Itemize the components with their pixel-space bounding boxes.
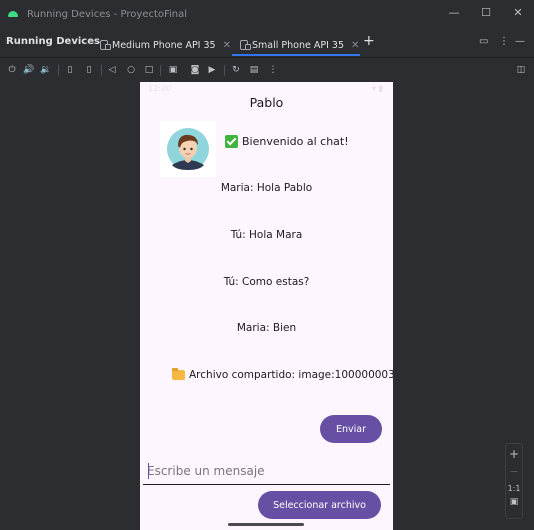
avatar-image: [167, 128, 209, 170]
zoom-controls: + − 1:1 ▣: [505, 443, 523, 519]
add-tab-icon[interactable]: +: [363, 33, 375, 49]
overview-icon[interactable]: □: [143, 64, 155, 76]
zoom-actual-size-button[interactable]: 1:1: [506, 484, 522, 493]
screenshot-icon[interactable]: ▣: [167, 64, 179, 76]
select-file-button[interactable]: Seleccionar archivo: [258, 491, 381, 519]
device-icon: [240, 40, 251, 50]
message-input-container: [143, 459, 390, 485]
welcome-text: Bienvenido al chat!: [242, 135, 349, 148]
status-bar: 12:00 ▾ ▮: [140, 82, 393, 96]
folder-icon: [172, 368, 185, 380]
send-button[interactable]: Enviar: [320, 415, 382, 443]
chat-message: Tú: Hola Mara: [230, 229, 303, 241]
status-time: 12:00: [148, 84, 172, 93]
more-vertical-icon[interactable]: ⋮: [499, 36, 509, 47]
check-mark-icon: [225, 135, 238, 148]
chat-message: Maria: Hola Pablo: [220, 182, 313, 194]
more-icon[interactable]: ⋮: [267, 64, 279, 76]
hide-icon[interactable]: —: [515, 36, 525, 47]
message-input[interactable]: [143, 459, 390, 483]
tab-small-phone[interactable]: Small Phone API 35 ✕: [240, 34, 359, 56]
layout-icon[interactable]: ▭: [479, 36, 488, 47]
reset-icon[interactable]: ↻: [230, 64, 242, 76]
chat-message: Maria: Bien: [236, 322, 297, 334]
zoom-in-icon[interactable]: +: [506, 447, 522, 461]
tab-label: Medium Phone API 35: [112, 39, 216, 51]
gesture-navigation-bar[interactable]: [228, 523, 304, 526]
maximize-icon[interactable]: ☐: [478, 6, 494, 19]
shared-file-text: Archivo compartido: image:1000000034: [189, 369, 393, 381]
active-tab-indicator: [232, 54, 360, 56]
back-icon[interactable]: ◁: [106, 64, 118, 76]
zoom-fit-icon[interactable]: ▣: [506, 497, 522, 507]
text-caret: [148, 463, 150, 479]
chat-message: Tú: Como estas?: [223, 276, 310, 288]
screen-record-icon[interactable]: ▶: [206, 64, 218, 76]
zoom-out-icon[interactable]: −: [506, 465, 522, 478]
volume-down-icon[interactable]: 🔉: [40, 64, 52, 76]
window-title: Running Devices - ProyectoFinal: [27, 8, 188, 20]
avatar: [160, 121, 216, 177]
volume-up-icon[interactable]: 🔊: [23, 64, 35, 76]
title-bar: Running Devices - ProyectoFinal — ☐ ✕: [0, 0, 534, 28]
device-icon: [100, 40, 111, 50]
emulator-toolbar: ⏻ 🔊 🔉 ▯ ▯ ◁ ○ □ ▣ ◙ ▶ ↻ ▤ ⋮ ◫: [0, 58, 534, 82]
minimize-icon[interactable]: —: [446, 6, 462, 19]
home-icon[interactable]: ○: [125, 64, 137, 76]
power-icon[interactable]: ⏻: [6, 64, 18, 76]
shared-file-message: Archivo compartido: image:1000000034: [172, 368, 393, 381]
snapshot-icon[interactable]: ▤: [248, 64, 260, 76]
device-settings-icon[interactable]: ◫: [515, 64, 527, 76]
phone-screen[interactable]: 12:00 ▾ ▮ Pablo Bienvenido al chat! Mari…: [140, 82, 393, 530]
tab-medium-phone[interactable]: Medium Phone API 35 ✕: [100, 34, 231, 56]
rotate-left-icon[interactable]: ▯: [64, 64, 76, 76]
chat-title: Pablo: [249, 95, 284, 110]
close-icon[interactable]: ✕: [510, 6, 526, 19]
close-tab-icon[interactable]: ✕: [223, 40, 231, 51]
camera-icon[interactable]: ◙: [189, 64, 201, 76]
tab-label: Small Phone API 35: [252, 39, 344, 51]
rotate-right-icon[interactable]: ▯: [83, 64, 95, 76]
signal-battery-icon: ▾ ▮: [372, 84, 383, 93]
tool-window-title: Running Devices: [6, 36, 100, 47]
welcome-message: Bienvenido al chat!: [225, 135, 349, 148]
close-tab-icon[interactable]: ✕: [351, 40, 359, 51]
android-studio-icon: [8, 10, 18, 18]
